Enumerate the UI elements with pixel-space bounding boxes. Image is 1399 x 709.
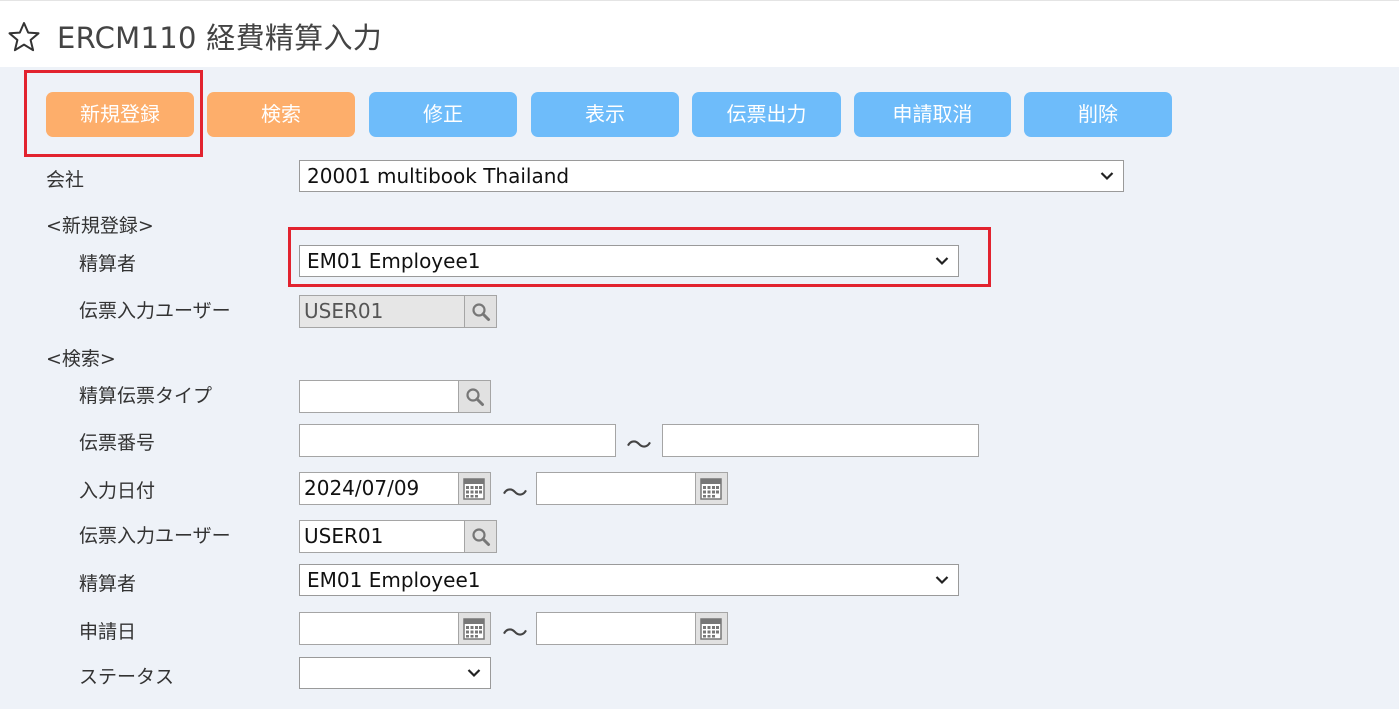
new-payee-select[interactable]: EM01 Employee1	[299, 245, 959, 277]
calendar-icon	[700, 478, 722, 500]
chevron-down-icon	[467, 669, 481, 678]
calendar-icon	[463, 478, 485, 500]
input-date-to-field[interactable]	[536, 472, 696, 505]
star-outline-icon[interactable]	[8, 21, 40, 53]
payee-label: 精算者	[79, 573, 137, 595]
payee-select[interactable]: EM01 Employee1	[299, 564, 959, 596]
search-section-label: <検索>	[46, 348, 116, 370]
calendar-icon	[700, 618, 722, 640]
entry-user-input[interactable]: USER01	[299, 520, 465, 553]
chevron-down-icon	[935, 576, 949, 585]
edit-button[interactable]: 修正	[369, 92, 517, 137]
new-registration-section-label: <新規登録>	[46, 215, 154, 237]
new-payee-label: 精算者	[79, 253, 137, 275]
apply-date-from-calendar-button[interactable]	[459, 612, 491, 645]
company-select-value: 20001 multibook Thailand	[307, 164, 570, 188]
input-date-from-calendar-button[interactable]	[459, 472, 491, 505]
apply-date-label: 申請日	[79, 621, 137, 643]
status-label: ステータス	[79, 666, 175, 688]
range-separator: ～	[502, 479, 529, 509]
payee-select-value: EM01 Employee1	[307, 568, 481, 592]
range-separator: ～	[502, 619, 529, 649]
range-separator: ～	[626, 431, 653, 461]
title-bar: ERCM110 経費精算入力	[0, 0, 1399, 67]
slip-number-to-input[interactable]	[662, 424, 979, 457]
print-slip-button[interactable]: 伝票出力	[692, 92, 841, 137]
cancel-request-button[interactable]: 申請取消	[854, 92, 1011, 137]
search-icon	[472, 528, 490, 546]
new-registration-button[interactable]: 新規登録	[46, 92, 194, 137]
search-icon	[466, 388, 484, 406]
view-button[interactable]: 表示	[531, 92, 679, 137]
slip-number-label: 伝票番号	[79, 432, 156, 454]
apply-date-to-field[interactable]	[536, 612, 696, 645]
search-button[interactable]: 検索	[207, 92, 355, 137]
calendar-icon	[463, 618, 485, 640]
input-date-label: 入力日付	[79, 480, 156, 502]
chevron-down-icon	[935, 257, 949, 266]
chevron-down-icon	[1100, 172, 1114, 181]
new-entry-user-field: USER01	[299, 295, 465, 328]
apply-date-to-calendar-button[interactable]	[696, 612, 728, 645]
slip-type-input[interactable]	[299, 380, 459, 413]
input-date-to-calendar-button[interactable]	[696, 472, 728, 505]
new-payee-select-value: EM01 Employee1	[307, 249, 481, 273]
slip-number-from-input[interactable]	[299, 424, 616, 457]
new-entry-user-lookup-button[interactable]	[465, 295, 497, 328]
delete-button[interactable]: 削除	[1024, 92, 1172, 137]
new-entry-user-label: 伝票入力ユーザー	[79, 300, 231, 322]
company-select[interactable]: 20001 multibook Thailand	[299, 160, 1124, 192]
page-title: ERCM110 経費精算入力	[57, 21, 383, 55]
status-select[interactable]	[299, 657, 491, 689]
entry-user-lookup-button[interactable]	[465, 520, 497, 553]
slip-type-lookup-button[interactable]	[459, 380, 491, 413]
apply-date-from-field[interactable]	[299, 612, 459, 645]
search-icon	[472, 303, 490, 321]
input-date-from-field[interactable]: 2024/07/09	[299, 472, 459, 505]
entry-user-label: 伝票入力ユーザー	[79, 525, 231, 547]
company-label: 会社	[46, 169, 85, 191]
slip-type-label: 精算伝票タイプ	[79, 385, 213, 407]
